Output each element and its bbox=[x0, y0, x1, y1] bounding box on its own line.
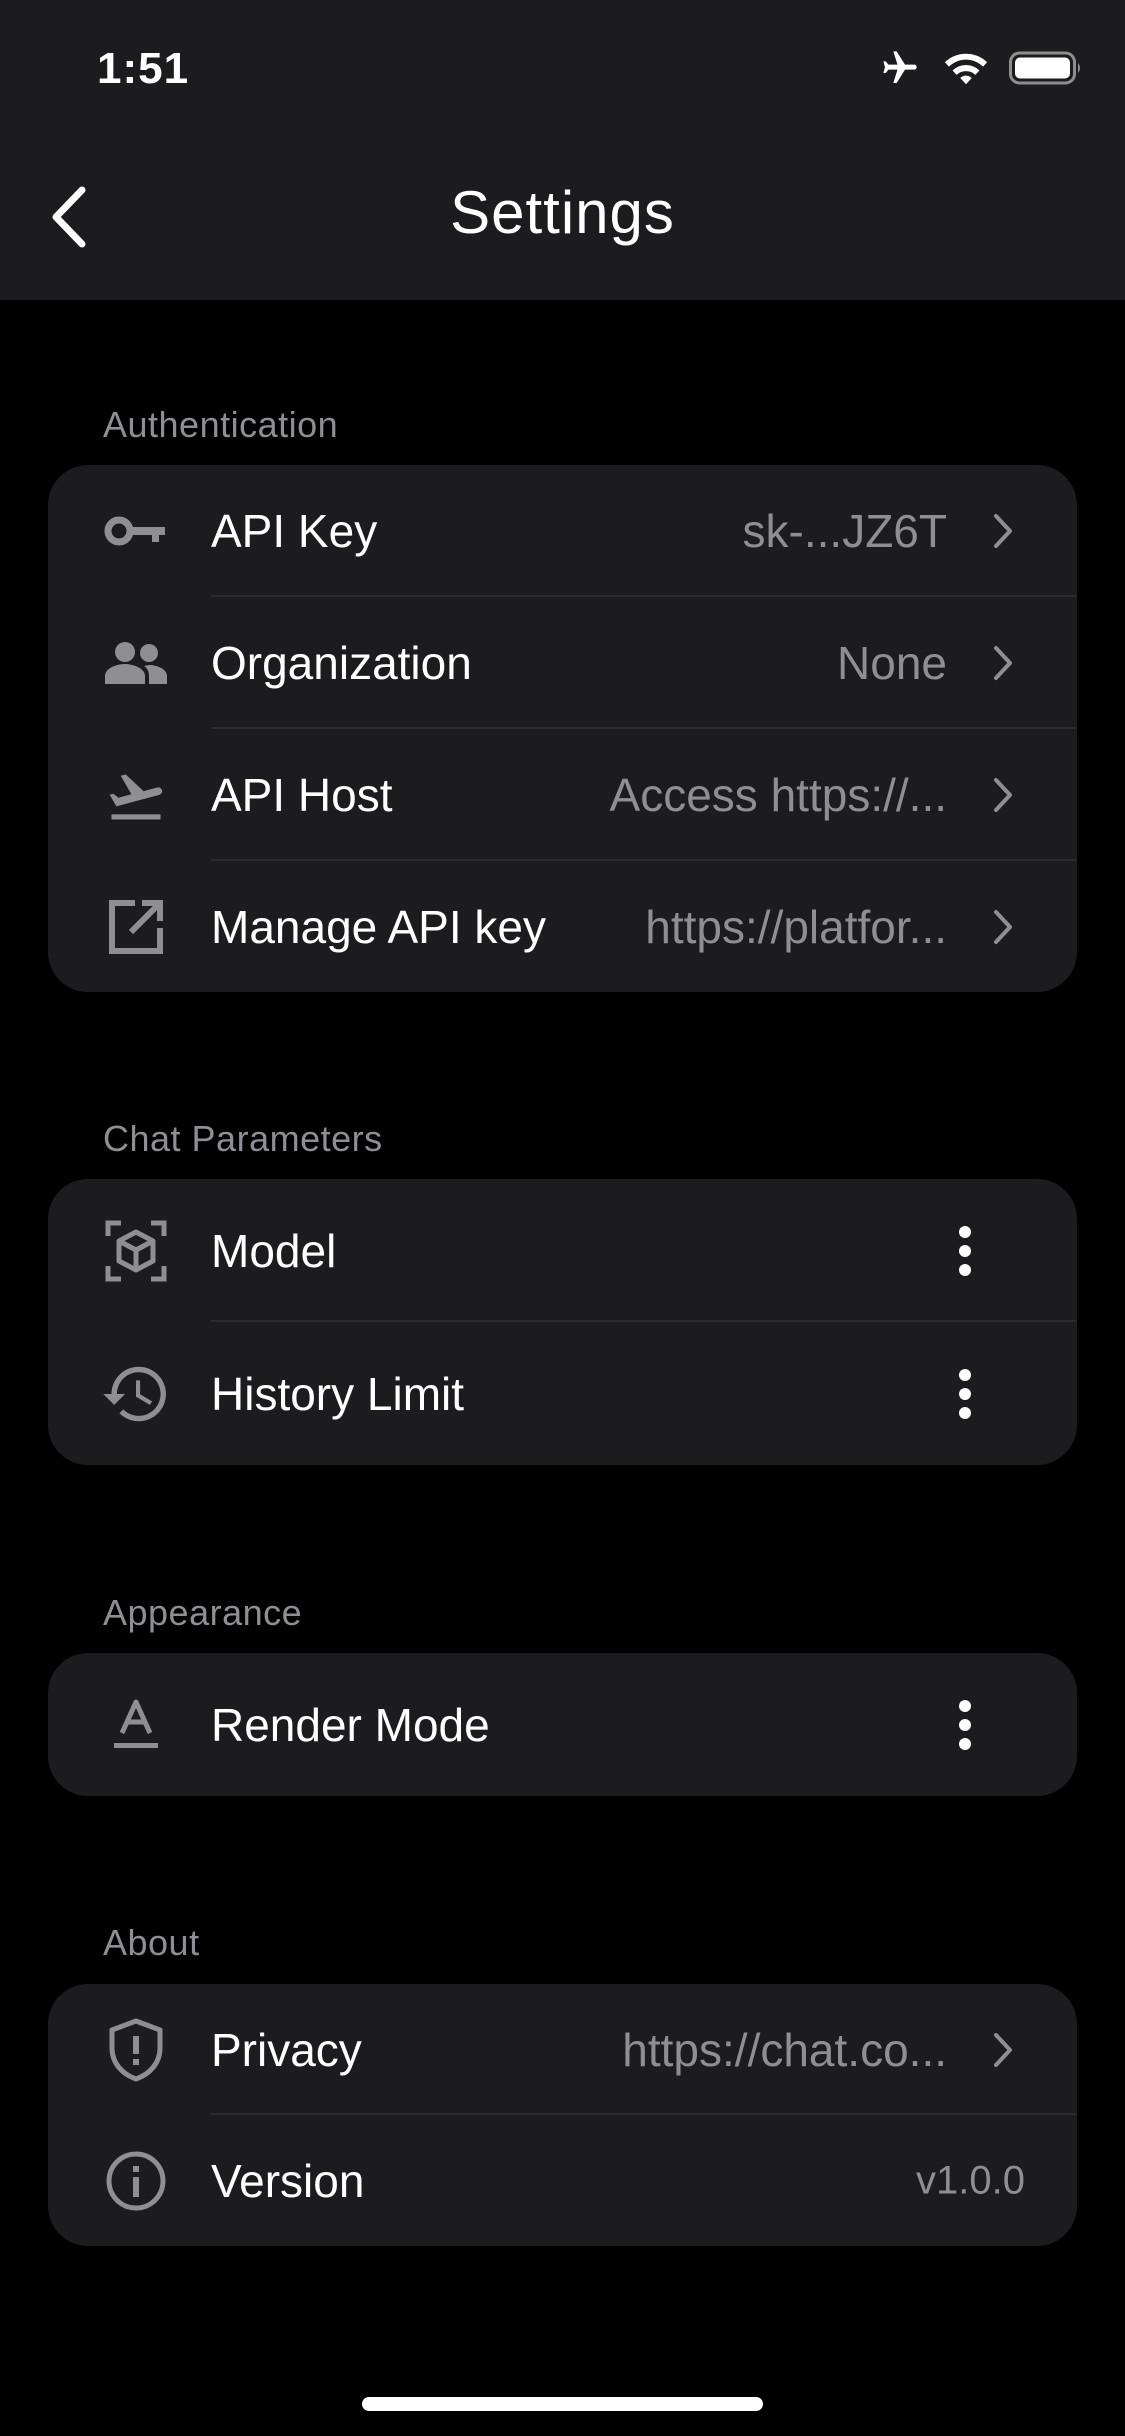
more-vert-icon[interactable] bbox=[958, 1225, 972, 1276]
page-title: Settings bbox=[450, 179, 675, 246]
wifi-icon bbox=[943, 50, 989, 91]
key-icon bbox=[103, 498, 169, 564]
privacy-row[interactable]: Privacy https://chat.co... bbox=[48, 1984, 1077, 2115]
settings-screen: 1:51 Settings Authentication API Key sk-… bbox=[0, 0, 1125, 2436]
manage-api-key-value: https://platfor... bbox=[645, 901, 947, 953]
render-mode-row[interactable]: Render Mode bbox=[48, 1653, 1077, 1796]
privacy-value: https://chat.co... bbox=[622, 2023, 947, 2076]
history-limit-row[interactable]: History Limit bbox=[48, 1322, 1077, 1465]
shield-icon bbox=[103, 2017, 169, 2083]
api-key-row[interactable]: API Key sk-...JZ6T bbox=[48, 465, 1077, 597]
text-format-icon bbox=[103, 1692, 169, 1758]
organization-label: Organization bbox=[211, 637, 472, 689]
api-host-label: API Host bbox=[211, 769, 393, 821]
model-label: Model bbox=[211, 1224, 337, 1277]
more-vert-icon[interactable] bbox=[958, 1368, 972, 1419]
manage-api-key-row[interactable]: Manage API key https://platfor... bbox=[48, 861, 1077, 992]
status-time: 1:51 bbox=[97, 44, 190, 93]
battery-icon bbox=[1009, 50, 1083, 91]
appearance-card: Render Mode bbox=[48, 1653, 1077, 1796]
chevron-right-icon bbox=[994, 514, 1012, 548]
authentication-card: API Key sk-...JZ6T Organization None API… bbox=[48, 465, 1077, 992]
chevron-right-icon bbox=[994, 778, 1012, 812]
organization-row[interactable]: Organization None bbox=[48, 597, 1077, 729]
organization-value: None bbox=[837, 637, 947, 689]
chevron-right-icon bbox=[994, 2032, 1012, 2067]
chevron-right-icon bbox=[994, 646, 1012, 680]
history-limit-label: History Limit bbox=[211, 1367, 465, 1420]
privacy-label: Privacy bbox=[211, 2023, 362, 2076]
status-icons bbox=[877, 48, 1083, 92]
history-icon bbox=[103, 1361, 169, 1427]
info-icon bbox=[103, 2148, 169, 2214]
manage-api-key-label: Manage API key bbox=[211, 901, 546, 953]
more-vert-icon[interactable] bbox=[958, 1699, 972, 1750]
flight-takeoff-icon bbox=[103, 762, 169, 828]
section-header-authentication: Authentication bbox=[103, 404, 339, 445]
version-label: Version bbox=[211, 2154, 365, 2207]
about-card: Privacy https://chat.co... Version v1.0.… bbox=[48, 1984, 1077, 2246]
version-row: Version v1.0.0 bbox=[48, 2115, 1077, 2246]
api-key-label: API Key bbox=[211, 505, 378, 557]
section-header-appearance: Appearance bbox=[103, 1592, 303, 1633]
section-header-chat-parameters: Chat Parameters bbox=[103, 1118, 383, 1159]
api-host-row[interactable]: API Host Access https://... bbox=[48, 729, 1077, 861]
group-icon bbox=[103, 630, 169, 696]
open-external-icon bbox=[103, 894, 169, 960]
chevron-right-icon bbox=[994, 910, 1012, 944]
render-mode-label: Render Mode bbox=[211, 1698, 490, 1751]
model-row[interactable]: Model bbox=[48, 1179, 1077, 1322]
model-box-icon bbox=[103, 1218, 169, 1284]
home-indicator[interactable] bbox=[362, 2397, 763, 2411]
section-header-about: About bbox=[103, 1922, 200, 1963]
version-value: v1.0.0 bbox=[916, 2158, 1025, 2202]
api-host-value: Access https://... bbox=[609, 769, 947, 821]
api-key-value: sk-...JZ6T bbox=[742, 505, 947, 557]
top-bar: 1:51 Settings bbox=[0, 0, 1125, 300]
chat-parameters-card: Model History Limit bbox=[48, 1179, 1077, 1465]
airplane-icon bbox=[877, 48, 923, 93]
